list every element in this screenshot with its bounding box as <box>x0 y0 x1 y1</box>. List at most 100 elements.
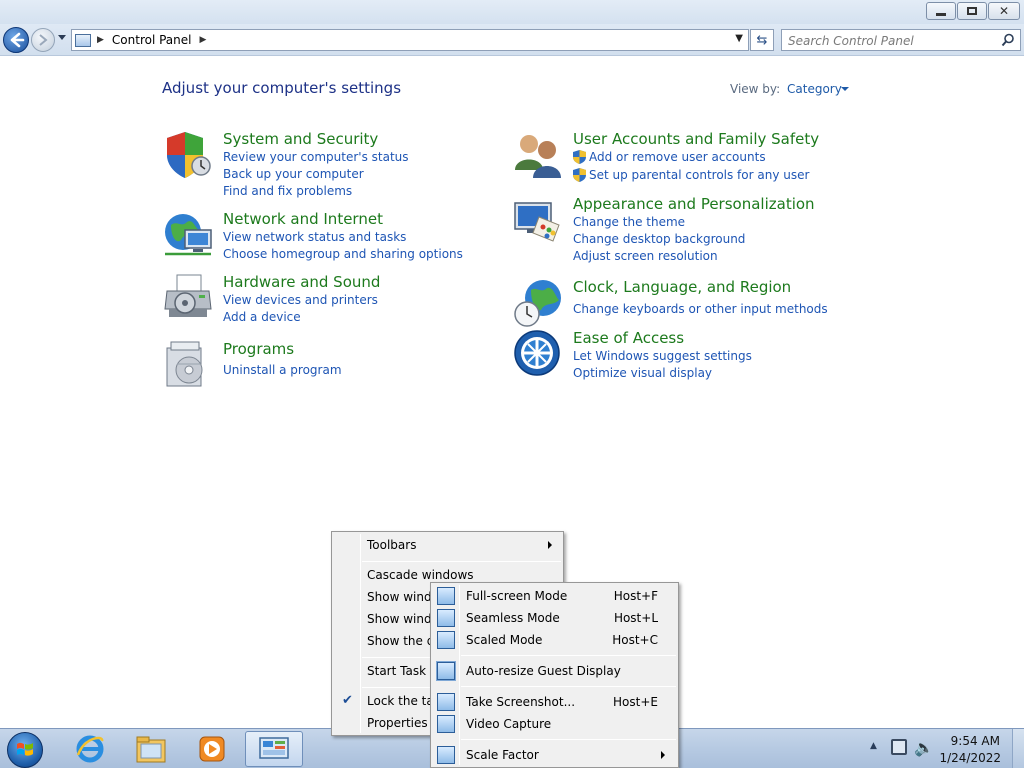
navigation-bar: ▶ Control Panel ▶ ▼ ⇆ <box>0 24 1024 56</box>
link-review-status[interactable]: Review your computer's status <box>223 150 409 164</box>
link-change-theme[interactable]: Change the theme <box>573 215 685 229</box>
search-icon[interactable] <box>1001 33 1015 47</box>
address-bar[interactable]: ▶ Control Panel ▶ ▼ <box>71 29 749 51</box>
restore-icon <box>967 7 977 15</box>
globe-clock-icon[interactable] <box>513 278 563 328</box>
minimize-icon <box>936 12 946 16</box>
menu-item-auto-resize[interactable]: Auto-resize Guest Display <box>433 660 676 682</box>
menu-item-toolbars[interactable]: Toolbars <box>334 534 561 556</box>
menu-item-label: Scale Factor <box>466 748 539 762</box>
shield-icon[interactable] <box>163 130 213 180</box>
programs-icon[interactable] <box>163 340 213 390</box>
globe-network-icon[interactable] <box>163 210 213 260</box>
menu-item-shortcut: Host+E <box>613 695 658 709</box>
taskbar-explorer[interactable] <box>122 731 180 767</box>
recent-pages-dropdown[interactable] <box>58 35 66 40</box>
folder-icon <box>136 736 166 763</box>
taskbar-control-panel[interactable] <box>245 731 303 767</box>
link-homegroup[interactable]: Choose homegroup and sharing options <box>223 247 463 261</box>
video-capture-icon <box>437 715 455 733</box>
category-title[interactable]: Programs <box>223 340 294 358</box>
menu-item-screenshot[interactable]: Take Screenshot... Host+E <box>433 691 676 713</box>
search-input[interactable] <box>788 33 998 48</box>
view-by-label: View by: <box>730 82 781 96</box>
link-devices-printers[interactable]: View devices and printers <box>223 293 378 307</box>
menu-item-label: Full-screen Mode <box>466 589 568 603</box>
category-network-internet: Network and Internet View network status… <box>163 210 483 270</box>
restore-button[interactable] <box>957 2 987 20</box>
category-title[interactable]: Hardware and Sound <box>223 273 380 291</box>
category-title[interactable]: Appearance and Personalization <box>573 195 815 213</box>
breadcrumb-separator-icon[interactable]: ▶ <box>97 35 104 45</box>
menu-item-video-capture[interactable]: Video Capture <box>433 713 676 735</box>
link-back-up[interactable]: Back up your computer <box>223 167 364 181</box>
link-screen-resolution[interactable]: Adjust screen resolution <box>573 249 718 263</box>
control-panel-icon <box>75 33 91 47</box>
fullscreen-mode-icon <box>437 587 455 605</box>
menu-item-scale-factor[interactable]: Scale Factor <box>433 744 676 766</box>
show-desktop-button[interactable] <box>1012 729 1024 768</box>
network-icon[interactable] <box>891 739 907 755</box>
menu-item-fullscreen[interactable]: Full-screen Mode Host+F <box>433 585 676 607</box>
menu-separator <box>461 655 676 656</box>
back-button[interactable] <box>3 27 29 53</box>
uac-shield-icon <box>573 150 586 164</box>
clock-time[interactable]: 9:54 AM <box>951 734 1000 748</box>
link-add-device[interactable]: Add a device <box>223 310 301 324</box>
link-optimize-visual[interactable]: Optimize visual display <box>573 366 712 380</box>
link-uninstall[interactable]: Uninstall a program <box>223 363 342 377</box>
printer-icon[interactable] <box>163 273 213 323</box>
category-title[interactable]: Network and Internet <box>223 210 383 228</box>
menu-item-label: Video Capture <box>466 717 552 731</box>
internet-explorer-icon <box>76 735 104 763</box>
page-title: Adjust your computer's settings <box>162 79 402 97</box>
forward-button[interactable] <box>31 28 55 52</box>
breadcrumb-chevron-icon[interactable]: ▶ <box>200 35 207 45</box>
title-bar: ✕ <box>0 0 1024 24</box>
category-hardware-sound: Hardware and Sound View devices and prin… <box>163 273 483 328</box>
address-dropdown-icon[interactable]: ▼ <box>735 33 743 44</box>
breadcrumb-control-panel[interactable]: Control Panel <box>112 33 192 47</box>
menu-item-label: Properties <box>367 716 428 730</box>
menu-item-seamless[interactable]: Seamless Mode Host+L <box>433 607 676 629</box>
media-player-icon <box>199 736 225 762</box>
show-hidden-icons-icon[interactable]: ▲ <box>870 741 877 751</box>
menu-item-scaled[interactable]: Scaled Mode Host+C <box>433 629 676 651</box>
menu-item-label: Auto-resize Guest Display <box>466 664 621 678</box>
link-change-keyboards[interactable]: Change keyboards or other input methods <box>573 302 828 316</box>
menu-item-shortcut: Host+L <box>613 611 658 625</box>
category-title[interactable]: User Accounts and Family Safety <box>573 130 819 148</box>
volume-icon[interactable]: 🔈 <box>914 738 934 757</box>
link-network-status[interactable]: View network status and tasks <box>223 230 406 244</box>
refresh-icon: ⇆ <box>756 32 768 48</box>
users-icon[interactable] <box>513 130 563 180</box>
clock-date[interactable]: 1/24/2022 <box>939 751 1001 765</box>
minimize-button[interactable] <box>926 2 956 20</box>
close-button[interactable]: ✕ <box>988 2 1020 20</box>
link-desktop-background[interactable]: Change desktop background <box>573 232 745 246</box>
category-title[interactable]: System and Security <box>223 130 378 148</box>
start-button[interactable] <box>7 732 43 768</box>
menu-item-shortcut: Host+C <box>612 633 658 647</box>
refresh-button[interactable]: ⇆ <box>750 29 774 51</box>
taskbar-internet-explorer[interactable] <box>61 731 119 767</box>
menu-item-label: Cascade windows <box>367 568 474 582</box>
submenu-arrow-icon <box>548 541 552 549</box>
link-parental-controls[interactable]: Set up parental controls for any user <box>589 168 809 182</box>
taskbar-media-player[interactable] <box>183 731 241 767</box>
back-arrow-icon <box>10 32 25 48</box>
submenu-arrow-icon <box>661 751 665 759</box>
monitor-palette-icon[interactable] <box>513 195 563 245</box>
category-title[interactable]: Ease of Access <box>573 329 684 347</box>
link-find-fix[interactable]: Find and fix problems <box>223 184 352 198</box>
view-by-caret-icon[interactable] <box>841 87 849 91</box>
menu-item-label: Show windo <box>367 590 439 604</box>
category-title[interactable]: Clock, Language, and Region <box>573 278 791 296</box>
view-by-dropdown[interactable]: Category <box>787 82 842 96</box>
link-suggest-settings[interactable]: Let Windows suggest settings <box>573 349 752 363</box>
link-add-remove-users[interactable]: Add or remove user accounts <box>589 150 766 164</box>
checkmark-icon: ✔ <box>342 693 353 708</box>
ease-of-access-icon[interactable] <box>513 329 563 379</box>
forward-arrow-icon <box>39 34 48 46</box>
search-box[interactable] <box>781 29 1021 51</box>
